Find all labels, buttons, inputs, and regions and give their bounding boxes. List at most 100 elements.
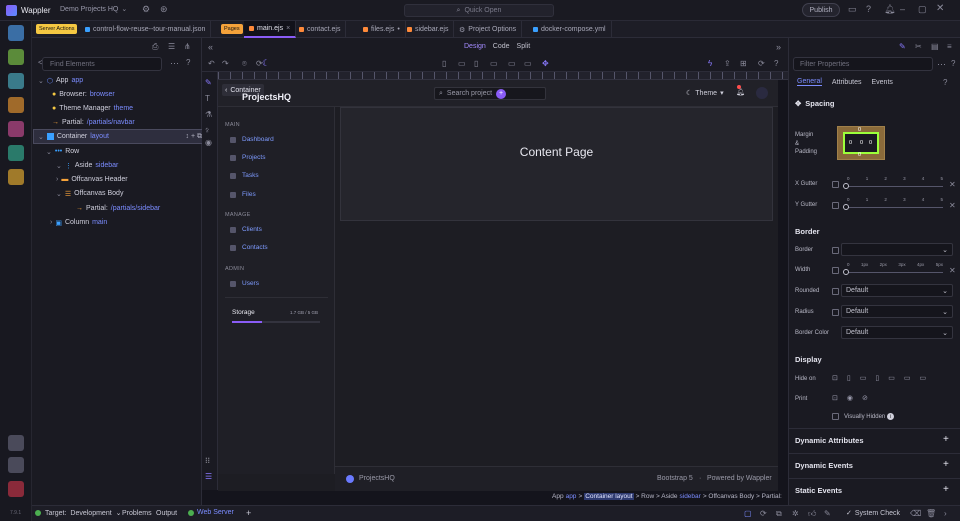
lightning-icon[interactable]: ϟ <box>708 59 712 68</box>
tree-node-browser[interactable]: ● Browser: browser <box>52 88 115 101</box>
eye-icon[interactable]: ◉ <box>205 138 212 147</box>
eye-icon[interactable]: ◉ <box>847 394 853 402</box>
rounded-toggle[interactable] <box>832 288 839 295</box>
width-toggle[interactable] <box>832 267 839 274</box>
sync-icon[interactable]: ⟳ <box>758 59 765 68</box>
thumbs-up-icon[interactable]: 👍︎ <box>808 509 816 519</box>
tree-icon[interactable]: ⋔ <box>184 42 191 51</box>
close-icon[interactable]: ✕ <box>936 3 944 14</box>
tab-events[interactable]: Events <box>871 79 892 86</box>
dark-mode-icon[interactable]: ☾ <box>262 58 270 69</box>
panel-layout-icon[interactable]: ▭ <box>848 4 857 15</box>
find-elements-input[interactable]: Find Elements <box>42 57 162 71</box>
width-slider[interactable] <box>845 272 943 273</box>
pages-badge[interactable]: Pages <box>221 24 243 34</box>
database-icon[interactable] <box>8 73 24 89</box>
sidebar-item-clients[interactable]: Clients <box>230 226 262 233</box>
gear-icon[interactable]: ⚙ <box>142 4 150 15</box>
workflows-icon[interactable] <box>8 49 24 65</box>
tab-docker-compose[interactable]: docker-compose.yml <box>528 21 612 38</box>
y-gutter-slider[interactable] <box>845 207 943 208</box>
tab-control-flow[interactable]: control-flow-reuse--tour-manual.json <box>80 21 212 38</box>
device-laptop-icon[interactable]: ▭ <box>490 59 498 68</box>
rounded-select[interactable]: Default ⌄ <box>841 284 953 297</box>
minimize-icon[interactable]: – <box>900 4 905 14</box>
quick-open-input[interactable]: ⌕ Quick Open <box>404 4 554 17</box>
tree-node-partial-navbar[interactable]: → Partial:/partials/navbar <box>52 116 135 129</box>
tab-attributes[interactable]: Attributes <box>832 79 862 86</box>
help-icon[interactable]: ? <box>186 58 190 67</box>
x-gutter-knob[interactable] <box>843 183 849 189</box>
sidebar-item-files[interactable]: Files <box>230 191 256 198</box>
sidebar-item-users[interactable]: Users <box>230 280 259 287</box>
clear-icon[interactable]: ✕ <box>949 201 956 210</box>
add-icon[interactable]: + <box>943 459 949 470</box>
publish-button[interactable]: Publish <box>802 3 840 17</box>
device-phone-landscape-icon[interactable]: ▭ <box>458 59 466 68</box>
phone-landscape-icon[interactable]: ▭ <box>860 374 867 382</box>
tree-node-aside[interactable]: ⌄ ⋮ Aside sidebar <box>56 159 118 172</box>
design-canvas[interactable]: ‹ Container ProjectsHQ ⌕ Search project + … <box>218 80 778 491</box>
avatar[interactable] <box>756 87 768 99</box>
server-actions-badge[interactable]: Server Actions <box>36 24 78 34</box>
device-phone-icon[interactable]: ▯ <box>442 59 446 68</box>
tablet-icon[interactable]: ▯ <box>875 374 879 382</box>
project-selector[interactable]: Demo Projects HQ ⌄ <box>60 5 127 14</box>
add-icon[interactable]: + <box>943 484 949 495</box>
laptop-icon[interactable]: ▭ <box>888 374 895 382</box>
radius-select[interactable]: Default ⌄ <box>841 305 953 318</box>
tools-icon[interactable]: ✲ <box>792 509 799 518</box>
padding-left-value[interactable]: 0 <box>849 140 852 146</box>
clear-icon[interactable]: ✕ <box>949 266 956 275</box>
system-check-button[interactable]: ✓ System Check <box>846 509 900 518</box>
padding-right-value[interactable]: 0 <box>869 140 872 146</box>
width-knob[interactable] <box>843 269 849 275</box>
collapse-right-icon[interactable]: » <box>776 42 781 52</box>
tab-contact-ejs[interactable]: contact.ejs <box>294 21 347 38</box>
toggle-icon[interactable]: ⊡ <box>832 374 838 382</box>
resources-icon[interactable] <box>8 97 24 113</box>
mode-code[interactable]: Code <box>493 43 510 50</box>
mode-design[interactable]: Design <box>464 43 486 50</box>
tree-node-theme-manager[interactable]: ● Theme Manager theme <box>52 102 133 115</box>
outline-icon[interactable]: ☰ <box>168 42 175 51</box>
layers-icon[interactable]: ≡ <box>947 42 952 51</box>
tree-node-app[interactable]: ⌄ ⬡ App app <box>38 74 83 87</box>
tree-node-column[interactable]: › ▣ Column main <box>50 216 107 229</box>
tab-general[interactable]: General <box>797 78 822 86</box>
security-icon[interactable] <box>8 121 24 137</box>
tools-icon[interactable]: ✂ <box>915 42 922 51</box>
notifications-icon[interactable] <box>8 481 24 497</box>
page-search-input[interactable]: ⌕ Search project + <box>434 87 546 100</box>
border-color-select[interactable]: Default ⌄ <box>841 326 953 339</box>
help-icon[interactable]: ? <box>866 4 871 14</box>
more-icon[interactable]: ⋯ <box>170 58 179 69</box>
padding-center-value[interactable]: 0 <box>860 140 863 146</box>
device-tablet-icon[interactable]: ▯ <box>474 59 478 68</box>
copy-icon[interactable]: ⧉ <box>776 509 782 519</box>
margin-top-value[interactable]: 0 <box>858 127 861 133</box>
layout-icon[interactable]: ☰ <box>205 472 212 481</box>
crumb-app[interactable]: App <box>552 493 564 500</box>
y-gutter-toggle[interactable] <box>832 202 839 209</box>
filter-properties-input[interactable]: Filter Properties <box>793 57 933 71</box>
x-gutter-toggle[interactable] <box>832 181 839 188</box>
tab-sidebar-ejs[interactable]: sidebar.ejs <box>402 21 455 38</box>
tab-project-options[interactable]: ⚙ Project Options <box>454 21 523 38</box>
tab-files-ejs[interactable]: files.ejs • <box>358 21 406 38</box>
move-icon[interactable]: ✥ <box>542 59 549 68</box>
clear-icon[interactable]: ✕ <box>949 180 956 189</box>
y-gutter-knob[interactable] <box>843 204 849 210</box>
tree-node-row[interactable]: ⌄ ••• Row <box>46 145 79 158</box>
bell-icon[interactable]: 🔔︎ <box>736 88 745 96</box>
edit-icon[interactable]: ✎ <box>205 78 212 87</box>
sidebar-item-dashboard[interactable]: Dashboard <box>230 136 274 143</box>
text-tool-icon[interactable]: T <box>205 94 210 103</box>
printer-icon[interactable]: ⎙ <box>152 42 158 52</box>
add-icon[interactable]: + <box>496 88 507 99</box>
refresh-icon[interactable]: ⟳ <box>760 509 767 518</box>
target-selector[interactable]: Target: Development ⌄ <box>35 509 122 517</box>
brush-icon[interactable]: ✎ <box>824 509 831 518</box>
eraser-icon[interactable]: ⌫ <box>910 509 921 518</box>
output-button[interactable]: Output <box>156 510 177 517</box>
